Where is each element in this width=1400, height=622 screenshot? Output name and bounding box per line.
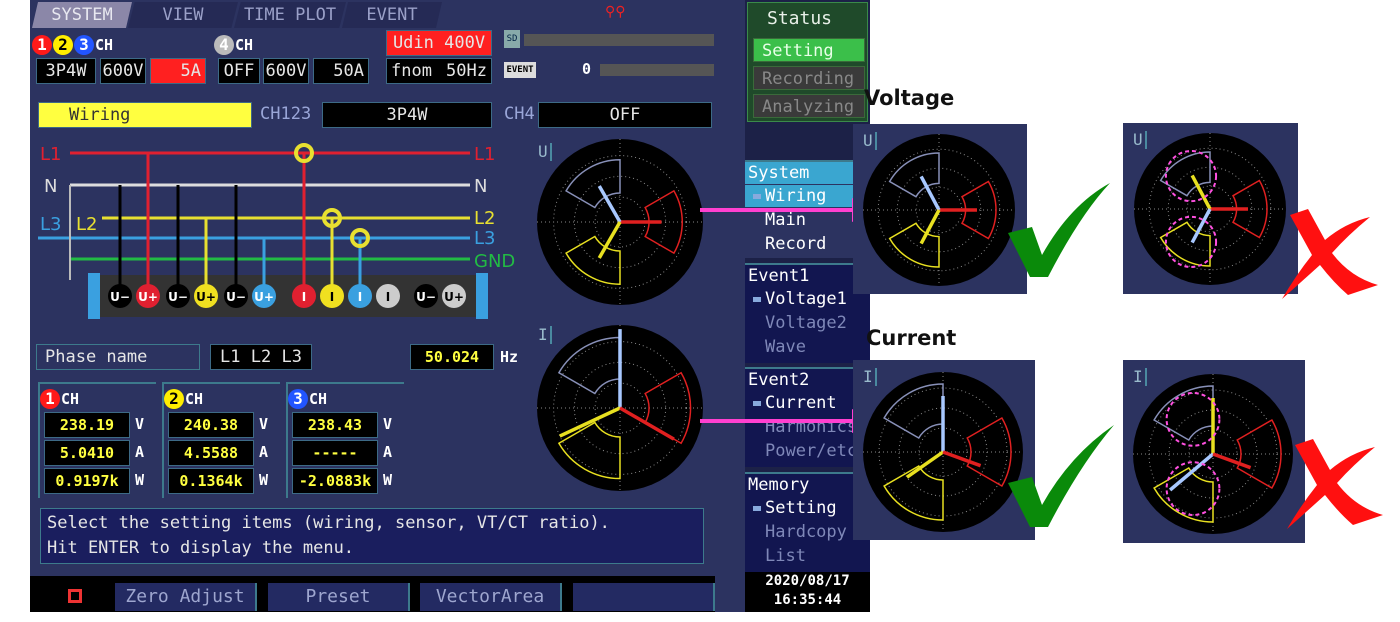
voltage-heading: Voltage [864,86,955,110]
check-mark-icon [1008,183,1110,277]
x-mark-icon [1282,209,1378,299]
current-heading: Current [866,326,957,350]
x-mark-icon [1287,439,1383,529]
check-mark-icon [1008,425,1114,527]
